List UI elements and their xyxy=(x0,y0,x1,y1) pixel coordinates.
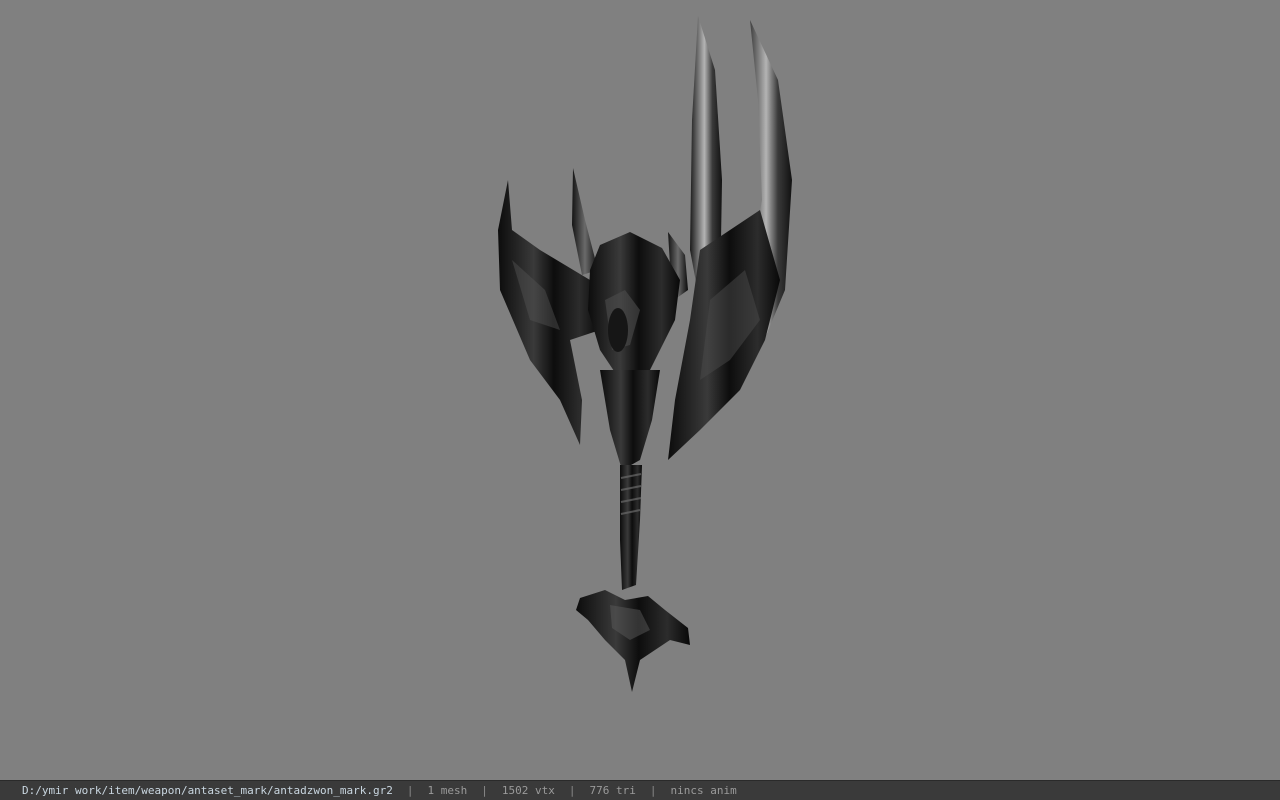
pommel xyxy=(576,590,690,692)
animation-status: nincs anim xyxy=(670,784,737,797)
triangle-count: 776 tri xyxy=(589,784,636,797)
mesh-count: 1 mesh xyxy=(427,784,468,797)
separator: | xyxy=(568,784,576,797)
separator: | xyxy=(481,784,488,797)
neck xyxy=(600,370,660,470)
3d-viewport[interactable] xyxy=(0,0,1280,780)
handle xyxy=(620,465,642,590)
weapon-model[interactable] xyxy=(0,0,1280,780)
vertex-count: 1502 vtx xyxy=(501,784,555,797)
separator: | xyxy=(406,784,414,797)
file-path: D:/ymir work/item/weapon/antaset_mark/an… xyxy=(22,784,393,797)
status-bar: D:/ymir work/item/weapon/antaset_mark/an… xyxy=(0,780,1280,800)
spike-left xyxy=(572,168,598,275)
separator: | xyxy=(649,784,657,797)
